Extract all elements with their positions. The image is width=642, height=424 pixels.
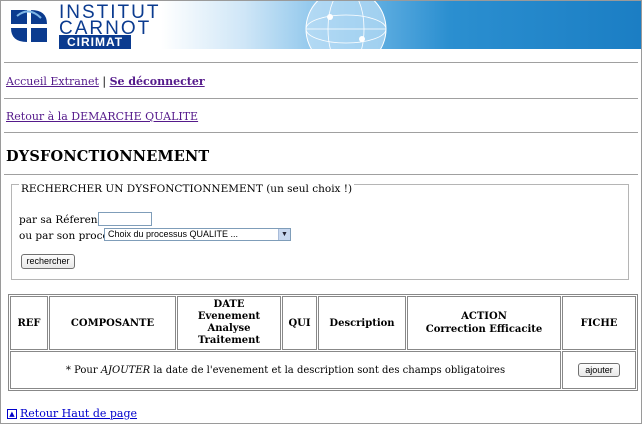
ref-input[interactable] xyxy=(98,212,152,226)
nav-separator: | xyxy=(98,75,110,88)
home-link[interactable]: Accueil Extranet xyxy=(6,75,99,88)
header-description: Description xyxy=(318,296,406,350)
separator-line xyxy=(4,62,638,63)
header-fiche: FICHE xyxy=(562,296,636,350)
back-nav: Retour à la DEMARCHE QUALITE xyxy=(6,110,198,123)
logout-link[interactable]: Se déconnecter xyxy=(110,75,205,88)
separator-line xyxy=(4,174,638,175)
carnot-logo-icon xyxy=(7,4,51,46)
top-nav: Accueil Extranet | Se déconnecter xyxy=(6,75,205,88)
note-suffix: la date de l'evenement et la description… xyxy=(150,364,506,376)
back-to-top-link[interactable]: ▲ Retour Haut de page xyxy=(7,407,137,420)
separator-line xyxy=(4,98,638,99)
table-row: * Pour AJOUTER la date de l'evenement et… xyxy=(10,351,636,389)
header-action-l2: Correction Efficacite xyxy=(425,324,543,335)
process-select-value: Choix du processus QUALITE ... xyxy=(108,229,239,239)
header-banner: INSTITUT CARNOT CIRIMAT xyxy=(1,1,641,49)
table-header-row: REF COMPOSANTE DATE Evenement Analyse Tr… xyxy=(10,296,636,350)
dysfunction-table: REF COMPOSANTE DATE Evenement Analyse Tr… xyxy=(8,294,638,391)
logo-badge: CIRIMAT xyxy=(59,35,132,49)
back-to-top-label: Retour Haut de page xyxy=(20,407,138,420)
note-emphasis: AJOUTER xyxy=(100,364,151,376)
note-prefix: * Pour xyxy=(65,364,101,376)
header-date-l3: Analyse xyxy=(207,323,251,334)
header-action: ACTION Correction Efficacite xyxy=(407,296,561,350)
header-qui: QUI xyxy=(282,296,317,350)
page-title: DYSFONCTIONNEMENT xyxy=(6,148,210,165)
chevron-down-icon[interactable]: ▼ xyxy=(278,229,290,240)
header-date-l2: Evenement xyxy=(197,311,261,322)
add-cell: ajouter xyxy=(562,351,636,389)
search-legend: RECHERCHER UN DYSFONCTIONNEMENT (un seul… xyxy=(19,183,355,195)
header-date-l1: DATE xyxy=(213,299,245,310)
header-action-l1: ACTION xyxy=(461,311,507,322)
required-fields-note: * Pour AJOUTER la date de l'evenement et… xyxy=(10,351,561,389)
arrow-up-icon: ▲ xyxy=(7,409,17,419)
separator-line xyxy=(4,132,638,133)
header-composante: COMPOSANTE xyxy=(49,296,176,350)
add-button[interactable]: ajouter xyxy=(578,363,620,377)
process-select[interactable]: Choix du processus QUALITE ... ▼ xyxy=(104,228,291,241)
back-to-quality-link[interactable]: Retour à la DEMARCHE QUALITE xyxy=(6,110,198,123)
search-button[interactable]: rechercher xyxy=(21,254,75,269)
header-ref: REF xyxy=(10,296,48,350)
header-date-l4: Traitement xyxy=(197,335,261,346)
header-date: DATE Evenement Analyse Traitement xyxy=(177,296,281,350)
globe-graphic-icon xyxy=(305,1,387,49)
